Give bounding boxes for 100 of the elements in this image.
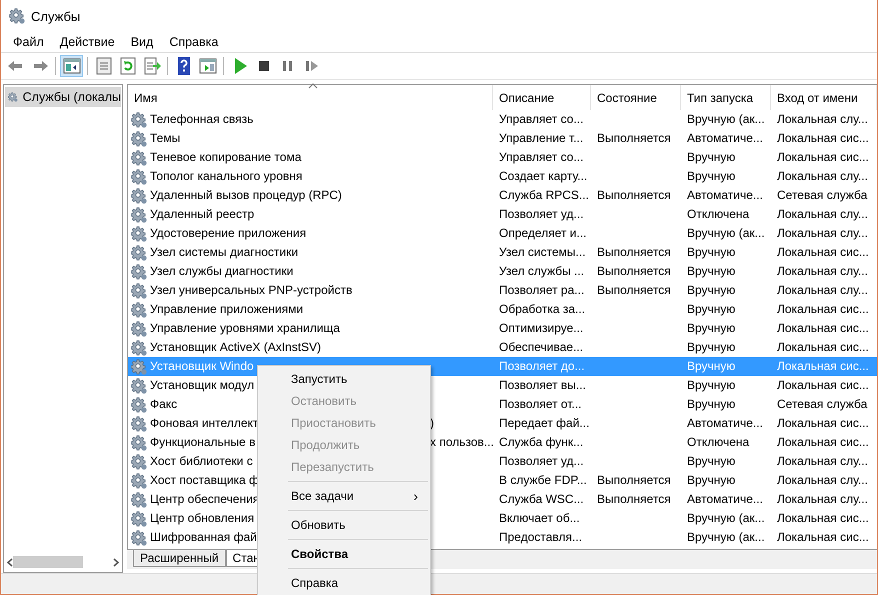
table-cell: Локальная слу... xyxy=(777,454,868,468)
service-icon xyxy=(131,264,147,280)
table-cell: Выполняется xyxy=(597,188,671,202)
table-cell[interactable]: Служба функ... xyxy=(493,433,591,452)
toolbar-button[interactable] xyxy=(60,55,83,77)
table-cell[interactable]: Управляет со... xyxy=(493,110,591,129)
table-cell: Выполняется xyxy=(597,492,671,506)
service-icon xyxy=(131,244,147,260)
column-header[interactable]: Состояние xyxy=(591,85,681,110)
column-header[interactable]: Описание xyxy=(493,85,591,110)
scroll-left-icon[interactable] xyxy=(7,558,13,566)
table-cell: Автоматиче... xyxy=(687,416,763,430)
column-header[interactable]: Тип запуска xyxy=(681,85,771,110)
table-cell-text: Тополог канального уровня xyxy=(150,168,304,185)
menu-item[interactable]: Запустить xyxy=(258,368,430,390)
menu-item[interactable]: Вид xyxy=(122,35,162,49)
table-cell-text: Фоновая интеллект xyxy=(150,415,260,432)
table-cell[interactable]: Позволяет вы... xyxy=(493,376,591,395)
menu-item[interactable]: Справка xyxy=(258,572,430,594)
table-cell[interactable]: Определяет и... xyxy=(493,224,591,243)
action-pane-icon xyxy=(198,56,218,76)
table-cell-text: Узел службы диагностики xyxy=(150,263,294,280)
table-cell: Автоматиче... xyxy=(687,188,763,202)
table-cell[interactable]: Служба WSC... xyxy=(493,490,591,509)
table-cell[interactable]: Служба RPCS... xyxy=(493,186,591,205)
app-icon xyxy=(9,8,25,24)
table-cell[interactable]: Обработка за... xyxy=(493,300,591,319)
view-tab[interactable]: Расширенный xyxy=(133,550,226,567)
table-cell-text: Удаленный вызов процедур (RPC) xyxy=(150,187,343,204)
table-cell: Вручную (ак... xyxy=(687,226,765,240)
table-cell[interactable]: Передает фай... xyxy=(493,414,591,433)
table-cell[interactable]: В службе FDP... xyxy=(493,471,591,490)
table-cell[interactable]: Управление т... xyxy=(493,129,591,148)
menu-item[interactable]: Справка xyxy=(161,35,226,49)
table-cell: Выполняется xyxy=(597,264,671,278)
table-cell-text: Удостоверение приложения xyxy=(150,225,308,242)
service-icon xyxy=(131,358,147,374)
service-icon xyxy=(131,510,147,526)
service-icon xyxy=(131,112,147,128)
table-cell: Локальная сис... xyxy=(777,511,869,525)
table-cell[interactable]: Позволяет ра... xyxy=(493,281,591,300)
service-icon xyxy=(131,492,147,508)
table-cell: Локальная сис... xyxy=(777,150,869,164)
table-cell[interactable]: Обеспечивае... xyxy=(493,338,591,357)
table-cell: Отключена xyxy=(687,207,750,221)
table-cell: Локальная сис... xyxy=(777,321,869,335)
table-cell: Сетевая служба xyxy=(777,397,868,411)
menu-item[interactable]: Обновить xyxy=(258,514,430,536)
table-cell: Вручную xyxy=(687,302,736,316)
export-icon xyxy=(142,56,162,76)
properties-icon xyxy=(94,56,114,76)
refresh-icon xyxy=(118,56,138,76)
table-cell[interactable]: Позволяет уд... xyxy=(493,452,591,471)
table-cell: Локальная сис... xyxy=(777,245,869,259)
tree-item[interactable]: Службы (локалы xyxy=(5,87,121,107)
table-cell: Выполняется xyxy=(597,245,671,259)
table-cell[interactable]: Создает карту... xyxy=(493,167,591,186)
table-cell[interactable]: Узел системы... xyxy=(493,243,591,262)
table-cell-text: Теневое копирование тома xyxy=(150,149,302,166)
table-cell: Сетевая служба xyxy=(777,188,868,202)
table-cell-text: Функциональные в xyxy=(150,434,256,451)
menu-item[interactable]: Файл xyxy=(5,35,52,49)
service-icon xyxy=(131,206,147,222)
table-cell[interactable]: Позволяет уд... xyxy=(493,205,591,224)
table-cell[interactable]: Позволяет от... xyxy=(493,395,591,414)
service-icon xyxy=(131,168,147,184)
table-cell: Локальная слу... xyxy=(777,112,868,126)
menu-item[interactable]: Все задачи › xyxy=(258,485,430,507)
table-cell: Вручную xyxy=(687,473,736,487)
table-cell[interactable]: Узел службы ... xyxy=(493,262,591,281)
service-icon xyxy=(131,282,147,298)
column-header[interactable]: Вход от имени xyxy=(771,85,877,110)
table-cell: Локальная сис... xyxy=(777,416,869,430)
table-cell: Вручную xyxy=(687,150,736,164)
scroll-right-icon[interactable] xyxy=(113,558,119,566)
table-cell: Отключена xyxy=(687,435,750,449)
table-cell[interactable]: Предоставля... xyxy=(493,528,591,547)
table-cell-text: Установщик модул xyxy=(150,377,256,394)
table-cell: Локальная сис... xyxy=(777,435,869,449)
table-cell[interactable]: Оптимизируе... xyxy=(493,319,591,338)
table-cell: Вручную xyxy=(687,283,736,297)
window-title: Службы xyxy=(31,8,80,24)
table-cell: Локальная слу... xyxy=(777,283,868,297)
table-cell: Локальная сис... xyxy=(777,378,869,392)
service-icon xyxy=(131,454,147,470)
table-cell[interactable]: Включает об... xyxy=(493,509,591,528)
service-icon xyxy=(131,530,147,546)
table-cell: Локальная слу... xyxy=(777,169,868,183)
service-icon xyxy=(131,472,147,488)
table-cell: Вручную xyxy=(687,169,736,183)
scrollbar-thumb[interactable] xyxy=(13,556,83,568)
table-cell: Вручную xyxy=(687,264,736,278)
menu-item[interactable]: Действие xyxy=(52,35,123,49)
table-cell[interactable]: Управляет со... xyxy=(493,148,591,167)
table-cell: Вручную xyxy=(687,454,736,468)
service-icon xyxy=(131,416,147,432)
column-header[interactable]: Имя xyxy=(128,85,493,110)
service-icon xyxy=(131,188,147,204)
service-icon xyxy=(131,320,147,336)
console-tree-icon xyxy=(62,56,82,76)
